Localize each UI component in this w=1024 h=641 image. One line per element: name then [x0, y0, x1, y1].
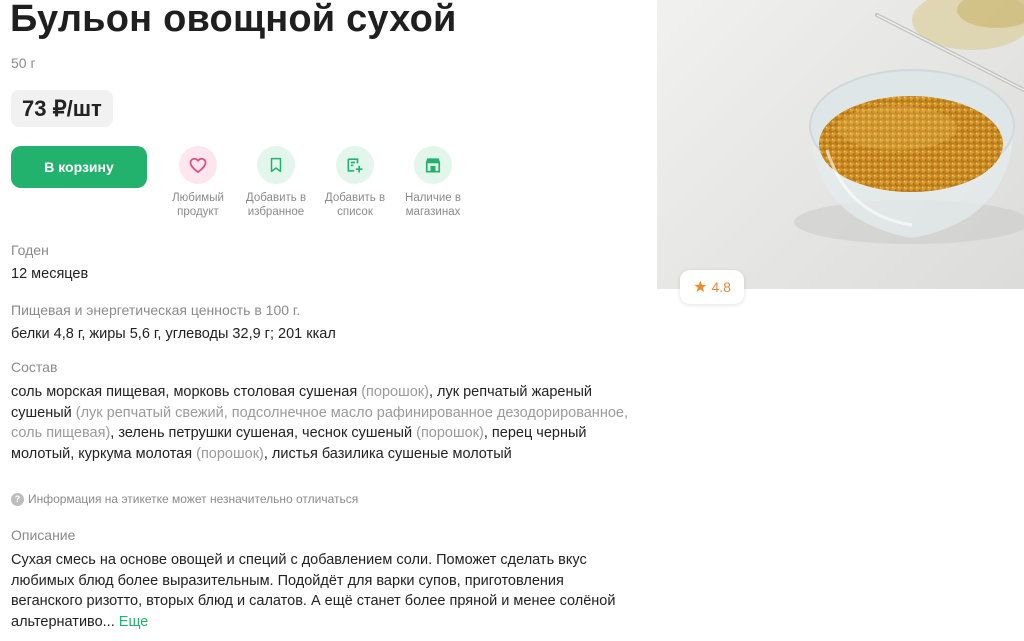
rating-badge: ★ 4.8: [680, 270, 744, 304]
favorite-product-label: Любимый продукт: [172, 192, 224, 218]
composition-text: соль морская пищевая, морковь столовая с…: [11, 384, 628, 462]
nutrition-label: Пищевая и энергетическая ценность в 100 …: [11, 302, 301, 318]
star-icon: ★: [693, 279, 708, 296]
add-to-favorites-label: Добавить в избранное: [245, 192, 307, 218]
label-disclaimer: ? Информация на этикетке может незначите…: [11, 492, 358, 506]
store-availability-button[interactable]: Наличие в магазинах: [393, 146, 473, 219]
favorite-product-button[interactable]: Любимый продукт: [158, 146, 238, 219]
label-disclaimer-text: Информация на этикетке может незначитель…: [28, 492, 359, 506]
shelf-life-label: Годен: [11, 242, 49, 258]
description-text: Сухая смесь на основе овощей и специй с …: [11, 552, 616, 630]
product-weight: 50 г: [11, 55, 36, 71]
add-to-list-button[interactable]: Добавить в список: [315, 146, 395, 219]
rating-value: 4.8: [711, 279, 731, 295]
composition-label: Состав: [11, 359, 58, 375]
product-photo: [657, 0, 1024, 289]
store-availability-label: Наличие в магазинах: [405, 192, 461, 218]
add-to-favorites-button[interactable]: Добавить в избранное: [236, 146, 316, 219]
bookmark-icon: [257, 146, 295, 184]
heart-icon: [179, 146, 217, 184]
description-label: Описание: [11, 527, 76, 543]
shelf-life-value: 12 месяцев: [11, 266, 89, 282]
add-to-list-label: Добавить в список: [324, 192, 386, 218]
add-to-cart-button[interactable]: В корзину: [11, 146, 147, 188]
question-icon: ?: [11, 492, 24, 506]
store-icon: [414, 146, 452, 184]
product-price: 73 ₽/шт: [11, 90, 113, 127]
list-add-icon: [336, 146, 374, 184]
product-title: Бульон овощной сухой: [10, 0, 457, 40]
read-more-link[interactable]: Еще: [119, 614, 149, 630]
nutrition-value: белки 4,8 г, жиры 5,6 г, углеводы 32,9 г…: [11, 326, 336, 342]
